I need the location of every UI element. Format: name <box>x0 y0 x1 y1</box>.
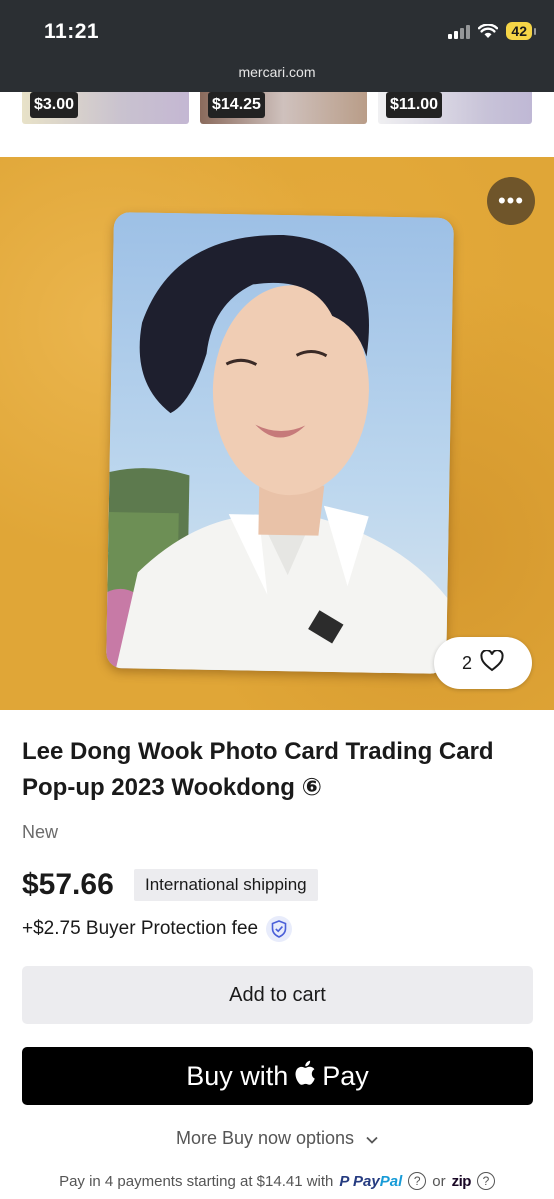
heart-icon <box>480 648 504 677</box>
apple-pay-button[interactable]: Buy with Pay <box>22 1047 533 1105</box>
installments-text: Pay in 4 payments starting at $14.41 wit… <box>59 1172 334 1190</box>
zip-help-icon[interactable]: ? <box>476 1172 495 1190</box>
or-text: or <box>432 1172 446 1190</box>
recommended-item[interactable]: $3.00 <box>22 92 189 124</box>
shipping-badge: International shipping <box>134 869 318 901</box>
paypal-logo[interactable]: P PayPal <box>339 1173 402 1190</box>
buyer-protection-fee: +$2.75 Buyer Protection fee <box>22 916 293 942</box>
fee-text: +$2.75 Buyer Protection fee <box>22 918 259 939</box>
like-count: 2 <box>461 652 472 673</box>
recommended-item[interactable]: $11.00 <box>378 92 532 124</box>
add-to-cart-button[interactable]: Add to cart <box>22 966 533 1024</box>
status-icons: 42 <box>448 22 536 40</box>
recommended-item-price: $14.25 <box>208 92 265 118</box>
product-title: Lee Dong Wook Photo Card Trading Card Po… <box>22 738 494 801</box>
recommended-item[interactable]: $14.25 <box>200 92 367 124</box>
apple-pay-label: Buy with <box>186 1060 289 1091</box>
address-bar-url[interactable]: mercari.com <box>0 64 554 80</box>
recommended-strip: $3.00 $14.25 $11.00 <box>0 92 554 126</box>
more-buy-options-label: More Buy now options <box>175 1128 355 1148</box>
more-options-icon[interactable]: ••• <box>487 177 535 225</box>
recommended-item-price: $11.00 <box>386 92 443 118</box>
more-buy-options-link[interactable]: More Buy now options <box>0 1128 554 1149</box>
battery-icon: 42 <box>506 22 536 40</box>
like-button[interactable]: 2 <box>434 637 532 689</box>
wifi-icon <box>478 23 499 39</box>
product-image[interactable]: ••• 2 <box>0 157 554 710</box>
shield-check-icon[interactable] <box>266 916 293 942</box>
paypal-icon: P <box>339 1172 349 1190</box>
installments-row: Pay in 4 payments starting at $14.41 wit… <box>0 1172 554 1190</box>
chevron-down-icon <box>366 1128 378 1149</box>
product-price: $57.66 <box>22 868 114 901</box>
browser-topbar: 11:21 42 mercari.com <box>0 0 554 92</box>
apple-pay-pay: Pay <box>322 1060 369 1091</box>
status-time: 11:21 <box>44 20 100 43</box>
zip-logo[interactable]: zip <box>452 1173 472 1190</box>
cellular-signal-icon <box>448 23 471 39</box>
product-condition: New <box>22 822 59 842</box>
paypal-help-icon[interactable]: ? <box>408 1172 427 1190</box>
photocard-image <box>106 212 454 674</box>
recommended-item-price: $3.00 <box>30 92 79 118</box>
apple-logo-icon <box>294 1060 316 1093</box>
